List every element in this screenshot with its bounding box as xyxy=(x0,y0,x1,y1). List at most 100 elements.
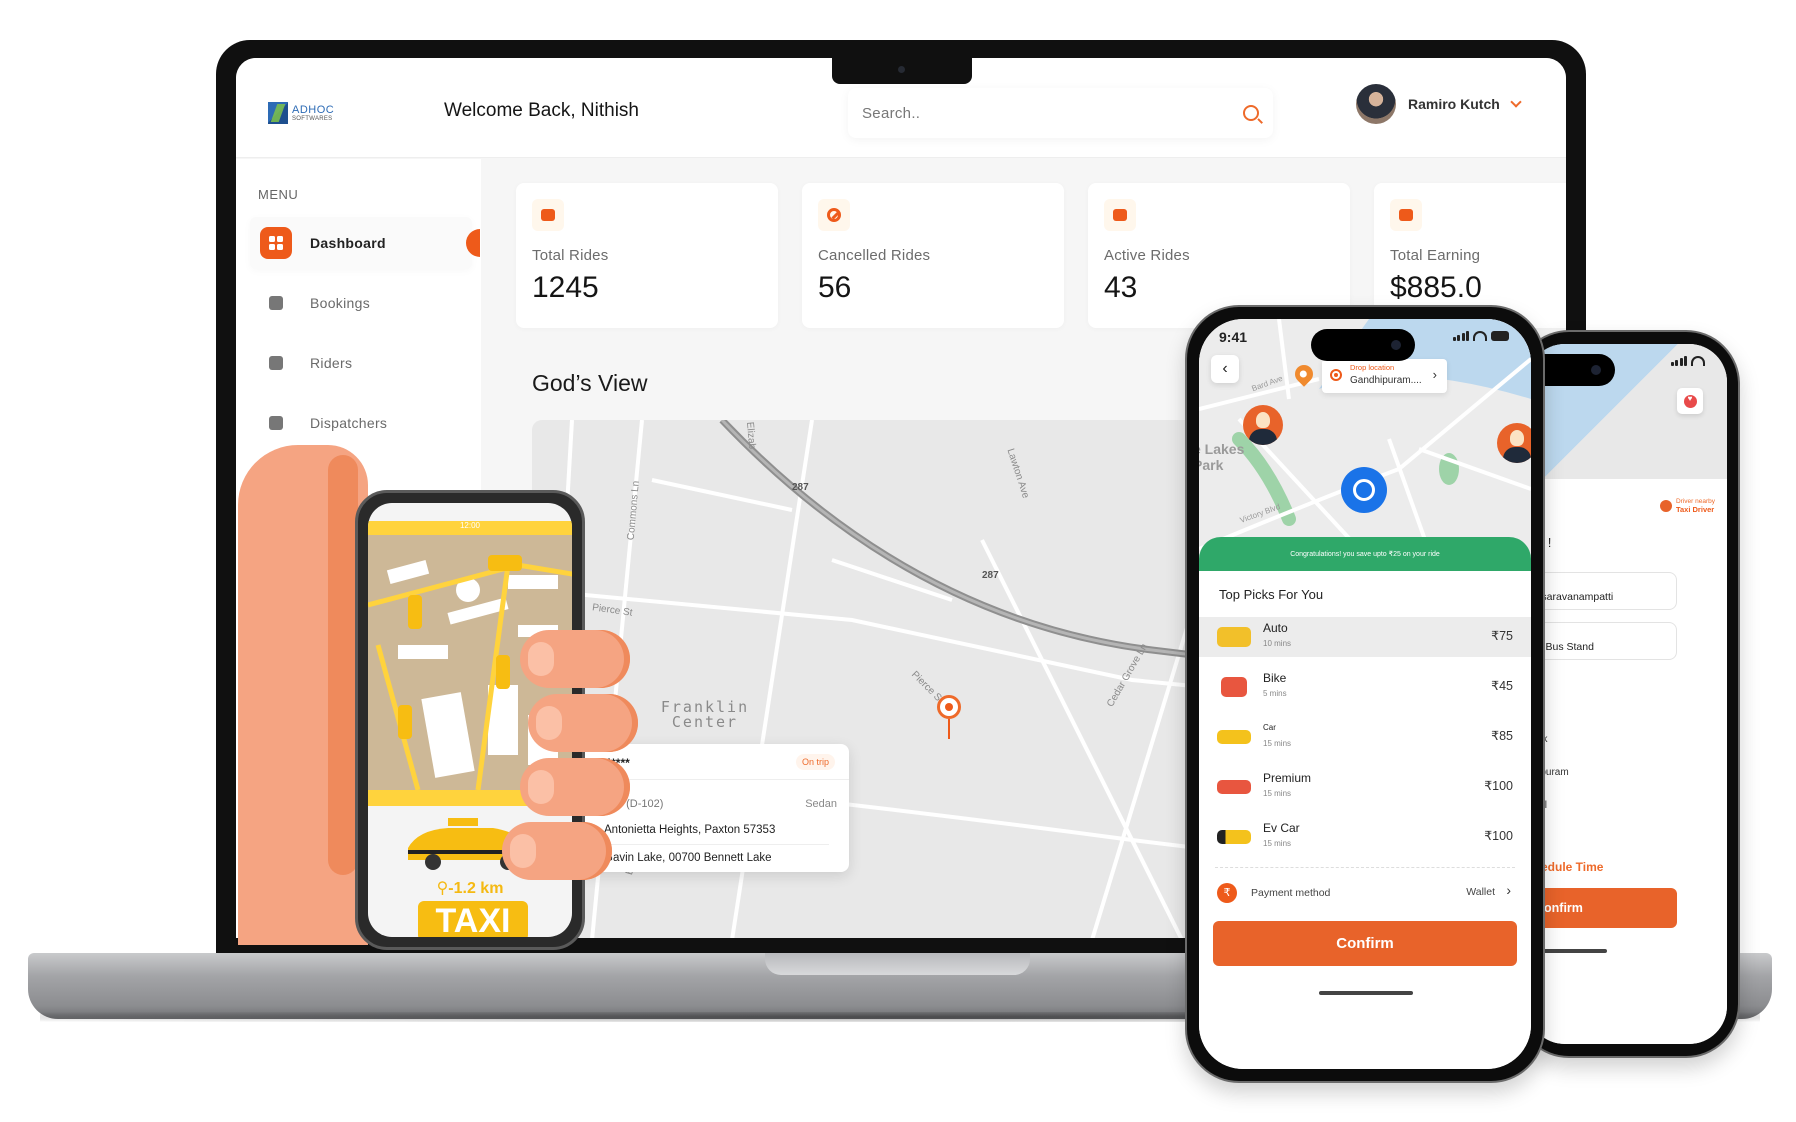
target-icon xyxy=(1330,369,1342,381)
taxi-icon xyxy=(532,199,564,231)
stat-value: 56 xyxy=(818,271,852,304)
sidebar-item-dispatchers[interactable]: Dispatchers xyxy=(250,397,472,449)
trip-origin: Antonietta Heights, Paxton 57353 xyxy=(604,824,776,836)
divider xyxy=(1215,867,1515,868)
ev-car-icon xyxy=(1217,830,1251,844)
wifi-icon xyxy=(1691,356,1705,366)
sidebar-item-riders[interactable]: Riders xyxy=(250,337,472,389)
driver-avatar-icon[interactable] xyxy=(1497,423,1531,463)
wifi-icon xyxy=(1473,331,1487,341)
status-time: 12:00 xyxy=(459,521,481,530)
taxi-badge: TAXI xyxy=(418,901,528,937)
driver-nearby[interactable]: Driver nearby Taxi Driver xyxy=(1659,498,1715,514)
status-icons xyxy=(1452,331,1509,341)
ride-eta: 15 mins xyxy=(1263,739,1292,748)
ride-eta: 15 mins xyxy=(1263,789,1292,798)
drop-location-card[interactable]: Drop location Gandhipuram.... › xyxy=(1322,359,1447,393)
stat-label: Total Rides xyxy=(532,247,609,264)
drop-field[interactable]: n am Bus Stand xyxy=(1527,622,1677,660)
battery-icon xyxy=(1491,331,1509,341)
search-icon[interactable] xyxy=(1243,105,1259,121)
avatar[interactable] xyxy=(1356,84,1396,124)
stat-value: $885.0 xyxy=(1390,271,1482,304)
vehicle-type: Sedan xyxy=(805,798,837,810)
location-pin-icon[interactable] xyxy=(937,695,961,719)
nearby-label: Driver nearby xyxy=(1675,498,1715,505)
trip-destination: Gavin Lake, 00700 Bennett Lake xyxy=(604,852,772,864)
ride-eta: 15 mins xyxy=(1263,839,1292,848)
back-button[interactable]: ‹ xyxy=(1211,355,1239,383)
distance-label: ⚲-1.2 km xyxy=(436,880,504,897)
profile-menu[interactable]: Ramiro Kutch xyxy=(1356,84,1522,124)
booking-sheet: Driver nearby Taxi Driver ser ! ion all,… xyxy=(1527,484,1727,1044)
sidebar-item-label: Dispatchers xyxy=(310,415,388,431)
profile-name: Ramiro Kutch xyxy=(1408,96,1500,112)
pin-stem xyxy=(948,719,950,739)
ride-selection-phone: 9:41 ‹ Drop location Gandhipuram.... › L… xyxy=(1185,305,1545,1083)
logo-mark-icon xyxy=(268,102,288,124)
section-title: Top Picks For You xyxy=(1219,587,1324,602)
chevron-right-icon[interactable]: › xyxy=(1506,882,1511,898)
bike-icon xyxy=(1221,677,1247,697)
ride-name: Car xyxy=(1263,723,1276,732)
user-icon xyxy=(260,407,292,439)
sidebar-item-dashboard[interactable]: Dashboard xyxy=(250,217,480,269)
status-bar: 12:00 xyxy=(368,521,572,535)
nearby-driver: Taxi Driver xyxy=(1675,505,1715,514)
booking-phone: Driver nearby Taxi Driver ser ! ion all,… xyxy=(1515,330,1740,1058)
ride-selection-screen: 9:41 ‹ Drop location Gandhipuram.... › L… xyxy=(1199,319,1531,1069)
status-badge: On trip xyxy=(795,754,835,770)
driver-avatar-icon xyxy=(1659,500,1672,512)
ride-option-auto[interactable]: Auto 10 mins ₹75 xyxy=(1199,617,1531,657)
stat-value: 43 xyxy=(1104,271,1138,304)
pickup-field[interactable]: ion all,saravanampatti xyxy=(1527,572,1677,610)
ban-icon xyxy=(818,199,850,231)
highway-shield: 287 xyxy=(792,482,809,493)
divider xyxy=(604,844,829,845)
ride-option-premium[interactable]: Premium 15 mins ₹100 xyxy=(1199,767,1531,807)
laptop-trackpad-notch xyxy=(765,953,1030,975)
stat-label: Cancelled Rides xyxy=(818,247,931,264)
sidebar-item-bookings[interactable]: Bookings xyxy=(250,277,472,329)
ride-price: ₹100 xyxy=(1484,779,1513,793)
ride-option-ev-car[interactable]: Ev Car 15 mins ₹100 xyxy=(1199,817,1531,857)
ride-eta: 5 mins xyxy=(1263,689,1287,698)
stat-label: Active Rides xyxy=(1104,247,1190,264)
chevron-down-icon[interactable] xyxy=(1510,96,1522,108)
menu-label: MENU xyxy=(258,187,299,202)
ride-option-car[interactable]: Car 15 mins ₹85 xyxy=(1199,717,1531,757)
sidebar-item-label: Riders xyxy=(310,355,353,371)
payment-label: Payment method xyxy=(1251,887,1331,899)
auto-rickshaw-icon xyxy=(1217,627,1251,647)
ride-price: ₹100 xyxy=(1484,829,1513,843)
drop-label: Drop location xyxy=(1350,363,1395,372)
search-input[interactable]: Search.. xyxy=(848,88,1273,138)
chevron-right-icon: › xyxy=(1432,367,1437,382)
company-logo[interactable]: ADHOC SOFTWARES xyxy=(268,102,334,124)
signal-icon xyxy=(1670,356,1687,366)
users-icon xyxy=(260,347,292,379)
map-icon xyxy=(1104,199,1136,231)
stat-card-cancelled-rides: Cancelled Rides 56 xyxy=(802,183,1064,328)
laptop-camera-notch xyxy=(832,58,972,84)
confirm-button[interactable]: Confirm xyxy=(1213,921,1517,966)
favorite-pin-icon[interactable] xyxy=(1677,388,1703,414)
sidebar-item-label: Bookings xyxy=(310,295,370,311)
map-label-place: Franklin Center xyxy=(660,698,750,731)
ride-option-bike[interactable]: Bike 5 mins ₹45 xyxy=(1199,667,1531,707)
drop-value: Gandhipuram.... xyxy=(1350,375,1422,386)
ride-price: ₹75 xyxy=(1491,629,1513,643)
ride-price: ₹85 xyxy=(1491,729,1513,743)
confirm-button[interactable]: Confirm xyxy=(1527,888,1677,928)
ride-price: ₹45 xyxy=(1491,679,1513,693)
premium-car-icon xyxy=(1217,780,1251,794)
rupee-badge-icon: ₹ xyxy=(1217,883,1237,903)
gods-view-title: God’s View xyxy=(532,370,648,396)
car-icon xyxy=(1217,730,1251,744)
driver-avatar-icon[interactable] xyxy=(1243,405,1283,445)
sidebar-item-label: Dashboard xyxy=(310,235,386,251)
ride-eta: 10 mins xyxy=(1263,639,1292,648)
status-time: 9:41 xyxy=(1219,329,1248,345)
signal-icon xyxy=(1452,331,1469,341)
ride-options-sheet: Top Picks For You Auto 10 mins ₹75 Bike … xyxy=(1199,571,1531,1069)
